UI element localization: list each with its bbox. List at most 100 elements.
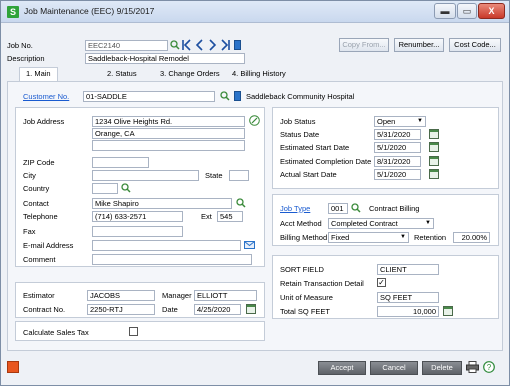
retain-transaction-label: Retain Transaction Detail [280, 279, 364, 288]
office-icon[interactable] [7, 361, 19, 373]
status-date-calendar-icon[interactable] [429, 129, 439, 139]
telephone-input[interactable]: (714) 633-2571 [92, 211, 183, 222]
cost-code-button[interactable]: Cost Code... [449, 38, 501, 52]
contract-date-calendar-icon[interactable] [246, 304, 256, 314]
job-type-search-icon[interactable] [351, 203, 361, 213]
customer-search-icon[interactable] [220, 91, 230, 101]
app-icon: S [7, 6, 19, 18]
contract-no-input[interactable]: 2250-RTJ [87, 304, 155, 315]
comment-input[interactable] [92, 254, 252, 265]
job-maintenance-window: S Job Maintenance (EEC) 9/15/2017 ▬ ▭ X … [0, 0, 510, 386]
est-start-input[interactable]: 5/1/2020 [374, 142, 421, 153]
contact-input[interactable]: Mike Shapiro [92, 198, 232, 209]
est-completion-calendar-icon[interactable] [429, 156, 439, 166]
search-icon[interactable] [170, 40, 180, 50]
manager-label: Manager [162, 291, 192, 300]
address-line3-input[interactable] [92, 140, 245, 151]
printer-icon[interactable] [466, 361, 479, 373]
job-address-label: Job Address [23, 117, 65, 126]
address-line2-input[interactable]: Orange, CA [92, 128, 245, 139]
retention-input[interactable]: 20.00% [453, 232, 490, 243]
actual-start-input[interactable]: 5/1/2020 [374, 169, 421, 180]
total-sq-feet-input[interactable]: 10,000 [377, 306, 439, 317]
est-completion-input[interactable]: 8/31/2020 [374, 156, 421, 167]
window-title: Job Maintenance (EEC) 9/15/2017 [24, 6, 155, 16]
help-icon[interactable]: ? [483, 361, 495, 373]
fax-label: Fax [23, 227, 36, 236]
minimize-button[interactable]: ▬ [434, 3, 456, 19]
country-search-icon[interactable] [121, 183, 131, 193]
maximize-button[interactable]: ▭ [457, 3, 477, 19]
billing-method-label: Billing Method [280, 233, 328, 242]
customer-name: Saddleback Community Hospital [246, 92, 355, 101]
calculator-icon[interactable] [443, 306, 453, 316]
customer-no-input[interactable]: 01-SADDLE [83, 91, 215, 102]
contact-label: Contact [23, 199, 49, 208]
acct-method-select[interactable]: Completed Contract ▼ [328, 218, 434, 229]
city-label: City [23, 171, 36, 180]
country-label: Country [23, 184, 50, 193]
job-status-label: Job Status [280, 117, 316, 126]
est-completion-label: Estimated Completion Date [280, 157, 372, 166]
contact-search-icon[interactable] [236, 198, 246, 208]
first-record-icon[interactable] [181, 39, 193, 51]
job-no-input[interactable]: EEC2140 [85, 40, 168, 51]
tab-main[interactable]: 1. Main [19, 67, 58, 82]
close-button[interactable]: X [478, 3, 505, 19]
contract-date-label: Date [162, 305, 178, 314]
est-start-calendar-icon[interactable] [429, 142, 439, 152]
estimator-label: Estimator [23, 291, 55, 300]
actual-start-label: Actual Start Date [280, 170, 337, 179]
calculate-sales-tax-checkbox[interactable] [129, 327, 138, 336]
state-input[interactable] [229, 170, 249, 181]
tab-change-orders[interactable]: 3. Change Orders [160, 69, 220, 81]
fax-input[interactable] [92, 226, 183, 237]
next-record-icon[interactable] [207, 39, 217, 51]
unit-of-measure-input[interactable]: SQ FEET [377, 292, 439, 303]
customer-no-link[interactable]: Customer No. [23, 92, 69, 101]
email-input[interactable] [92, 240, 241, 251]
job-type-input[interactable]: 001 [328, 203, 348, 214]
cancel-button[interactable]: Cancel [370, 361, 418, 375]
customer-lookup-icon[interactable] [234, 91, 241, 101]
contract-no-label: Contract No. [23, 305, 66, 314]
ext-input[interactable]: 545 [217, 211, 243, 222]
country-input[interactable] [92, 183, 118, 194]
status-date-input[interactable]: 5/31/2020 [374, 129, 421, 140]
address-edit-icon[interactable] [249, 115, 260, 126]
job-no-label: Job No. [7, 41, 33, 50]
accept-button[interactable]: Accept [318, 361, 366, 375]
delete-button[interactable]: Delete [422, 361, 462, 375]
unit-of-measure-label: Unit of Measure [280, 293, 333, 302]
previous-record-icon[interactable] [195, 39, 205, 51]
job-type-description: Contract Billing [369, 204, 420, 213]
job-status-select[interactable]: Open ▼ [374, 116, 426, 127]
zip-code-input[interactable] [92, 157, 149, 168]
ext-label: Ext [201, 212, 212, 221]
lookup-list-icon[interactable] [234, 40, 241, 50]
billing-method-select[interactable]: Fixed ▼ [328, 232, 409, 243]
renumber-button[interactable]: Renumber... [394, 38, 444, 52]
address-line1-input[interactable]: 1234 Olive Heights Rd. [92, 116, 245, 127]
sort-field-label: SORT FIELD [280, 265, 324, 274]
total-sq-feet-label: Total SQ FEET [280, 307, 331, 316]
actual-start-calendar-icon[interactable] [429, 169, 439, 179]
sort-field-input[interactable]: CLIENT [377, 264, 439, 275]
description-input[interactable]: Saddleback-Hospital Remodel [85, 53, 245, 64]
city-input[interactable] [92, 170, 199, 181]
tab-billing-history[interactable]: 4. Billing History [232, 69, 286, 81]
tab-status[interactable]: 2. Status [107, 69, 137, 81]
retain-transaction-checkbox[interactable]: ✓ [377, 278, 386, 287]
contract-date-input[interactable]: 4/25/2020 [194, 304, 241, 315]
title-bar: S Job Maintenance (EEC) 9/15/2017 ▬ ▭ X [1, 1, 509, 23]
calculate-sales-tax-label: Calculate Sales Tax [23, 328, 89, 337]
estimator-input[interactable]: JACOBS [87, 290, 155, 301]
copy-from-button[interactable]: Copy From... [339, 38, 389, 52]
job-type-link[interactable]: Job Type [280, 204, 310, 213]
manager-input[interactable]: ELLIOTT [194, 290, 257, 301]
last-record-icon[interactable] [219, 39, 231, 51]
email-icon[interactable] [244, 241, 255, 249]
est-start-label: Estimated Start Date [280, 143, 350, 152]
zip-code-label: ZIP Code [23, 158, 55, 167]
retention-label: Retention [414, 233, 447, 242]
